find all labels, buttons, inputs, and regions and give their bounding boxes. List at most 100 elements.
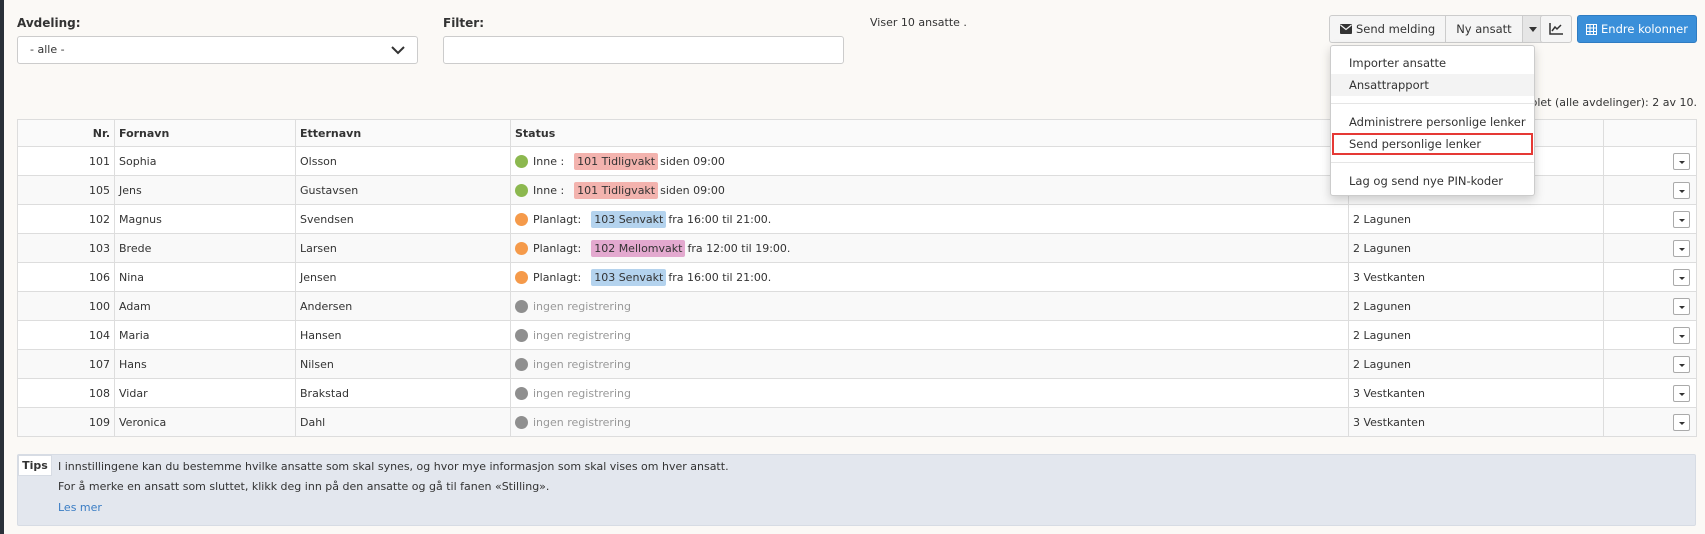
employee-number: 102: [17, 204, 115, 234]
actions-cell: [1603, 175, 1697, 205]
column-header-actions: [1603, 119, 1697, 147]
department-label: Avdeling:: [17, 16, 81, 30]
status-cell: ingen registrering: [510, 291, 1349, 321]
edit-columns-button[interactable]: Endre kolonner: [1577, 15, 1697, 43]
status-dot-icon: [515, 154, 528, 168]
department-select[interactable]: - alle -: [17, 36, 418, 64]
status-label: Planlagt:: [533, 270, 582, 284]
status-cell: Planlagt: 102 Mellomvakt fra 12:00 til 19:…: [510, 233, 1349, 263]
table-row[interactable]: 100 Adam Andersen ingen registrering 2 Lagun…: [17, 291, 1697, 321]
status-cell: ingen registrering: [510, 349, 1349, 379]
status-detail: fra 16:00 til 21:00.: [668, 270, 772, 284]
new-employee-button[interactable]: Ny ansatt: [1446, 15, 1523, 43]
row-actions-dropdown-button[interactable]: [1673, 326, 1690, 344]
employee-number: 109: [17, 407, 115, 437]
row-actions-dropdown-button[interactable]: [1673, 210, 1690, 228]
employee-number: 106: [17, 262, 115, 292]
table-row[interactable]: 106 Nina Jensen Planlagt: 103 Senvakt fra 16:…: [17, 262, 1697, 292]
employee-number: 105: [17, 175, 115, 205]
column-header-first-name[interactable]: Fornavn: [114, 119, 296, 147]
last-name: Dahl: [295, 407, 511, 437]
status-dot-icon: [515, 415, 528, 429]
row-actions-dropdown-button[interactable]: [1673, 181, 1690, 199]
first-name: Adam: [114, 291, 296, 321]
menu-item-manage-personal-links[interactable]: Administrere personlige lenker: [1331, 111, 1534, 133]
status-detail: fra 12:00 til 19:00.: [687, 241, 791, 255]
first-name: Hans: [114, 349, 296, 379]
status-label: Inne :: [533, 154, 565, 168]
menu-item-import-employees[interactable]: Importer ansatte: [1331, 52, 1534, 74]
status-label: Planlagt:: [533, 241, 582, 255]
table-icon: [1586, 23, 1598, 35]
new-employee-label: Ny ansatt: [1456, 22, 1512, 36]
status-detail: siden 09:00: [660, 154, 725, 168]
row-actions-dropdown-button[interactable]: [1673, 152, 1690, 170]
row-actions-dropdown-button[interactable]: [1673, 384, 1690, 402]
row-actions-dropdown-button[interactable]: [1673, 413, 1690, 431]
menu-item-employee-report[interactable]: Ansattrapport: [1331, 74, 1534, 96]
status-label: Planlagt:: [533, 212, 582, 226]
first-name: Sophia: [114, 146, 296, 176]
first-name: Vidar: [114, 378, 296, 408]
menu-item-create-send-pin-codes[interactable]: Lag og send nye PIN-koder: [1331, 170, 1534, 192]
left-edge-bar: [0, 0, 4, 534]
department-cell: 2 Lagunen: [1348, 291, 1604, 321]
first-name: Maria: [114, 320, 296, 350]
status-label: Inne :: [533, 183, 565, 197]
first-name: Brede: [114, 233, 296, 263]
envelope-icon: [1340, 24, 1352, 34]
department-select-value: - alle -: [30, 43, 65, 56]
status-cell: Planlagt: 103 Senvakt fra 16:00 til 21:00.: [510, 262, 1349, 292]
last-name: Gustavsen: [295, 175, 511, 205]
last-name: Nilsen: [295, 349, 511, 379]
first-name: Jens: [114, 175, 296, 205]
row-actions-dropdown-button[interactable]: [1673, 297, 1690, 315]
filter-input[interactable]: [443, 36, 844, 64]
status-label: ingen registrering: [533, 415, 631, 429]
employee-number: 104: [17, 320, 115, 350]
status-label: ingen registrering: [533, 386, 631, 400]
department-cell: 3 Vestkanten: [1348, 262, 1604, 292]
last-name: Olsson: [295, 146, 511, 176]
status-cell: ingen registrering: [510, 378, 1349, 408]
table-row[interactable]: 104 Maria Hansen ingen registrering 2 Lagune…: [17, 320, 1697, 350]
column-header-status[interactable]: Status: [510, 119, 1349, 147]
last-name: Brakstad: [295, 378, 511, 408]
table-row[interactable]: 108 Vidar Brakstad ingen registrering 3 Vest…: [17, 378, 1697, 408]
column-header-nr[interactable]: Nr.: [17, 119, 115, 147]
shift-tag: 103 Senvakt: [591, 210, 667, 228]
table-row[interactable]: 107 Hans Nilsen ingen registrering 2 Lagunen: [17, 349, 1697, 379]
column-header-last-name[interactable]: Etternavn: [295, 119, 511, 147]
actions-cell: [1603, 233, 1697, 263]
chart-button[interactable]: [1540, 15, 1572, 43]
table-row[interactable]: 103 Brede Larsen Planlagt: 102 Mellomvakt fra…: [17, 233, 1697, 263]
employee-number: 100: [17, 291, 115, 321]
new-employee-dropdown-menu: Importer ansatte Ansattrapport Administr…: [1330, 45, 1535, 196]
last-name: Larsen: [295, 233, 511, 263]
tips-text-line-2: For å merke en ansatt som sluttet, klikk…: [58, 480, 550, 493]
actions-cell: [1603, 320, 1697, 350]
row-actions-dropdown-button[interactable]: [1673, 355, 1690, 373]
menu-item-send-personal-links[interactable]: Send personlige lenker: [1332, 133, 1533, 155]
tips-badge: Tips: [18, 455, 52, 476]
status-detail: fra 16:00 til 21:00.: [668, 212, 772, 226]
table-row[interactable]: 109 Veronica Dahl ingen registrering 3 Vestk…: [17, 407, 1697, 437]
department-cell: 3 Vestkanten: [1348, 407, 1604, 437]
first-name: Nina: [114, 262, 296, 292]
status-dot-icon: [515, 328, 528, 342]
actions-cell: [1603, 204, 1697, 234]
table-row[interactable]: 102 Magnus Svendsen Planlagt: 103 Senvakt fra…: [17, 204, 1697, 234]
status-dot-icon: [515, 183, 528, 197]
read-more-link[interactable]: Les mer: [58, 501, 102, 514]
row-actions-dropdown-button[interactable]: [1673, 239, 1690, 257]
status-dot-icon: [515, 386, 528, 400]
status-cell: ingen registrering: [510, 320, 1349, 350]
shift-tag: 101 Tidligvakt: [574, 181, 659, 199]
status-dot-icon: [515, 270, 528, 284]
row-actions-dropdown-button[interactable]: [1673, 268, 1690, 286]
actions-cell: [1603, 349, 1697, 379]
send-message-button[interactable]: Send melding: [1329, 15, 1447, 43]
employee-number: 108: [17, 378, 115, 408]
chevron-down-icon: [391, 46, 405, 55]
department-cell: 2 Lagunen: [1348, 204, 1604, 234]
